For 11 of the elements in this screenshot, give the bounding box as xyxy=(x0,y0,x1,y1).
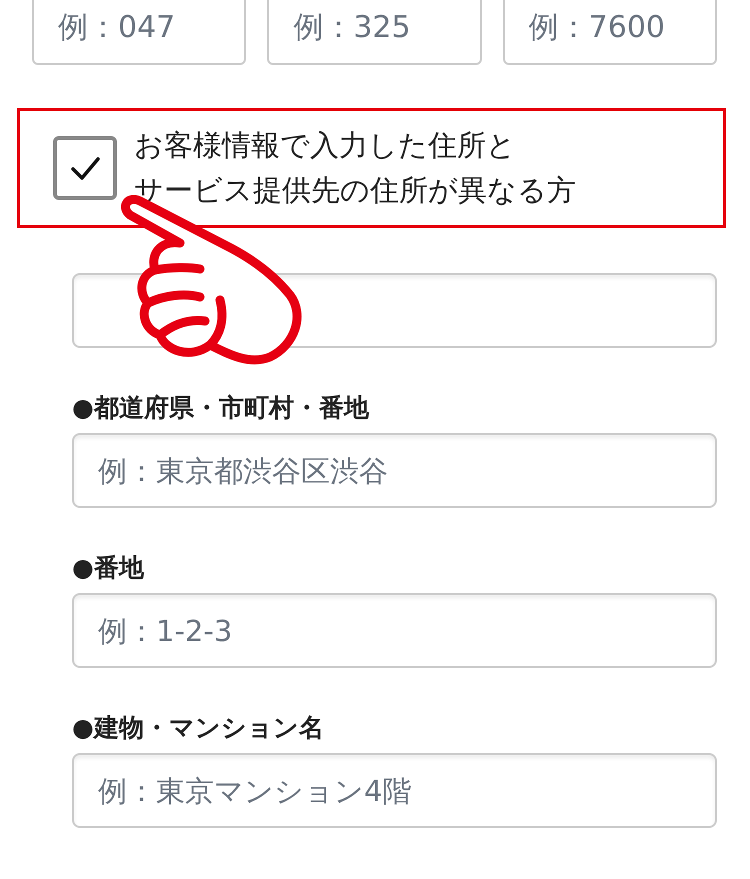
field-label: ●番地 xyxy=(72,553,146,583)
checkbox[interactable] xyxy=(53,136,117,200)
field-label: ●建物・マンション名 xyxy=(72,713,325,743)
input-field[interactable]: 例：1-2-3 xyxy=(72,593,717,668)
phone-field[interactable]: 例：325 xyxy=(267,0,482,65)
phone-field[interactable]: 例：047 xyxy=(32,0,246,65)
field-label: ●都道府県・市町村・番地 xyxy=(72,393,370,423)
phone-field[interactable]: 例：7600 xyxy=(502,0,717,65)
input-field[interactable]: 例：東京都渋谷区渋谷 xyxy=(72,433,717,508)
checkbox-label: お客様情報で入力した住所と xyxy=(134,127,517,164)
input-field[interactable]: 例：東京マンション4階 xyxy=(72,753,717,828)
